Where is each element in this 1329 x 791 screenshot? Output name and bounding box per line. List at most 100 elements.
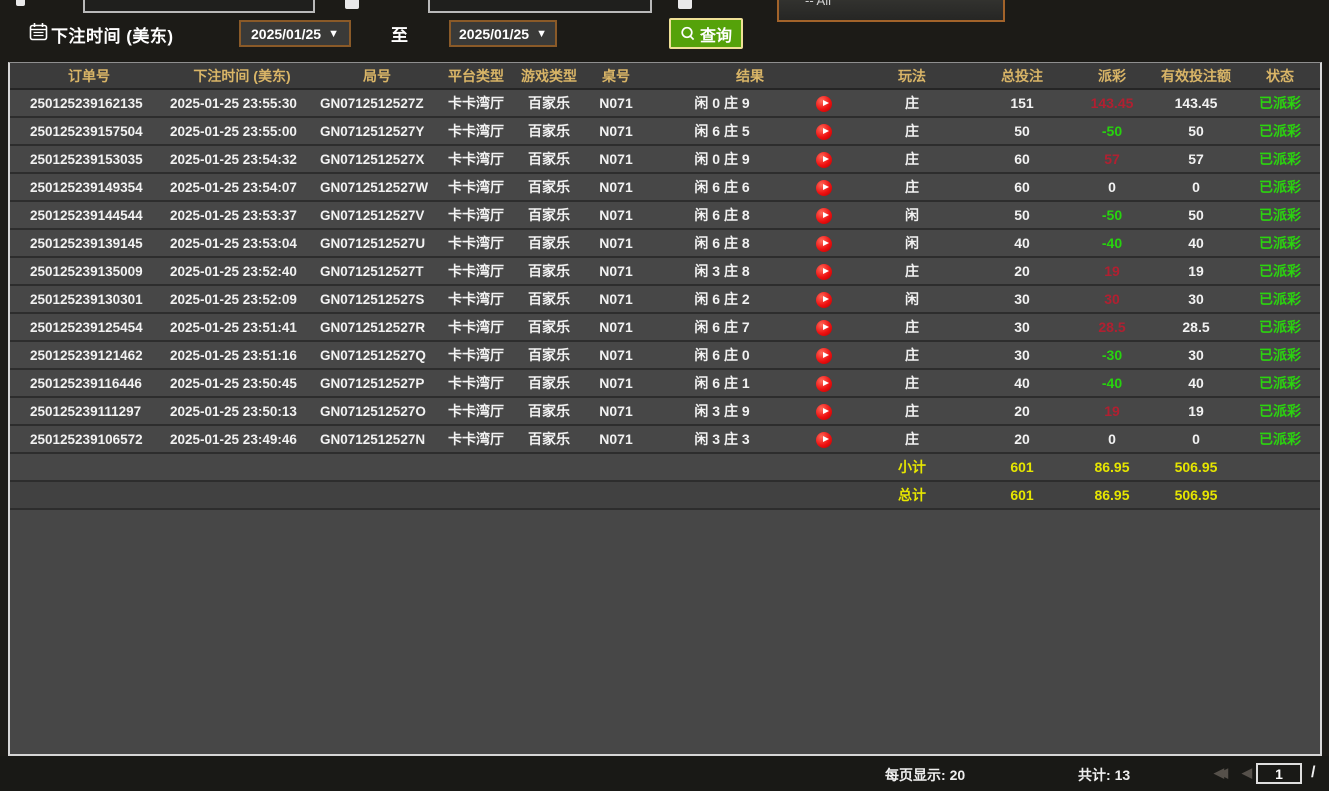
cell-status: 已派彩 xyxy=(1240,285,1320,313)
replay-video-button[interactable] xyxy=(796,341,852,369)
cell-round: GN0712512527Q xyxy=(316,341,438,369)
first-page-button[interactable]: ◀◀ xyxy=(1214,765,1222,781)
play-icon[interactable] xyxy=(816,264,832,280)
cell-game: 百家乐 xyxy=(514,117,584,145)
calendar-icon xyxy=(29,22,48,46)
column-header: 总投注 xyxy=(972,63,1072,89)
table-header-row: 订单号下注时间 (美东)局号平台类型游戏类型桌号结果玩法总投注派彩有效投注额状态 xyxy=(10,63,1320,89)
cell-play: 闲 xyxy=(852,285,972,313)
chevron-down-icon: ▼ xyxy=(328,28,339,40)
cell-order: 250125239157504 xyxy=(10,117,168,145)
per-page-label: 每页显示: xyxy=(885,767,946,783)
cell-order: 250125239130301 xyxy=(10,285,168,313)
cell-table: N071 xyxy=(584,89,648,117)
play-icon[interactable] xyxy=(816,376,832,392)
prev-page-button[interactable]: ◀ xyxy=(1242,765,1252,781)
search-button[interactable]: 查询 xyxy=(669,18,743,49)
cell-platform: 卡卡湾厅 xyxy=(438,117,514,145)
cell-platform: 卡卡湾厅 xyxy=(438,229,514,257)
cell-total: 30 xyxy=(972,313,1072,341)
cell-platform: 卡卡湾厅 xyxy=(438,425,514,453)
cell-round: GN0712512527Z xyxy=(316,89,438,117)
cell-round: GN0712512527U xyxy=(316,229,438,257)
cell-game: 百家乐 xyxy=(514,369,584,397)
chevron-down-icon: ▼ xyxy=(536,28,547,40)
cell-status: 已派彩 xyxy=(1240,313,1320,341)
cell-order: 250125239139145 xyxy=(10,229,168,257)
cell-play: 庄 xyxy=(852,313,972,341)
play-icon[interactable] xyxy=(816,432,832,448)
replay-video-button[interactable] xyxy=(796,397,852,425)
cell-platform: 卡卡湾厅 xyxy=(438,397,514,425)
filter-input-2[interactable] xyxy=(428,0,652,13)
play-icon[interactable] xyxy=(816,124,832,140)
cell-valid: 50 xyxy=(1152,201,1240,229)
cell-play: 庄 xyxy=(852,117,972,145)
page-input[interactable] xyxy=(1256,763,1302,784)
cell-game: 百家乐 xyxy=(514,397,584,425)
play-icon[interactable] xyxy=(816,96,832,112)
cell-order: 250125239135009 xyxy=(10,257,168,285)
cell-result: 闲 6 庄 8 xyxy=(648,201,796,229)
play-icon[interactable] xyxy=(816,348,832,364)
cell-play: 庄 xyxy=(852,89,972,117)
cell-result: 闲 3 庄 9 xyxy=(648,397,796,425)
cell-table: N071 xyxy=(584,341,648,369)
cell-round: GN0712512527P xyxy=(316,369,438,397)
subtotal-row-label: 小计 xyxy=(852,453,972,481)
cell-total: 20 xyxy=(972,257,1072,285)
cell-table: N071 xyxy=(584,313,648,341)
table-row: 2501252391350092025-01-25 23:52:40GN0712… xyxy=(10,257,1320,285)
table-row: 2501252391530352025-01-25 23:54:32GN0712… xyxy=(10,145,1320,173)
page-separator: / xyxy=(1311,764,1315,782)
all-dropdown[interactable]: -- All xyxy=(777,0,1005,22)
replay-video-button[interactable] xyxy=(796,257,852,285)
date-to-value: 2025/01/25 xyxy=(459,26,529,42)
to-label: 至 xyxy=(391,21,408,46)
cell-table: N071 xyxy=(584,397,648,425)
date-from-select[interactable]: 2025/01/25 ▼ xyxy=(239,20,351,47)
cell-time: 2025-01-25 23:50:13 xyxy=(168,397,316,425)
cell-status: 已派彩 xyxy=(1240,425,1320,453)
replay-video-button[interactable] xyxy=(796,201,852,229)
cell-total: 151 xyxy=(972,89,1072,117)
cell-round: GN0712512527V xyxy=(316,201,438,229)
subtotal-row-payout: 86.95 xyxy=(1072,453,1152,481)
play-icon[interactable] xyxy=(816,404,832,420)
play-icon[interactable] xyxy=(816,236,832,252)
cell-total: 50 xyxy=(972,117,1072,145)
cell-payout: 0 xyxy=(1072,173,1152,201)
replay-video-button[interactable] xyxy=(796,89,852,117)
cell-order: 250125239111297 xyxy=(10,397,168,425)
play-icon[interactable] xyxy=(816,208,832,224)
date-to-select[interactable]: 2025/01/25 ▼ xyxy=(449,20,557,47)
replay-video-button[interactable] xyxy=(796,117,852,145)
replay-video-button[interactable] xyxy=(796,369,852,397)
cell-valid: 30 xyxy=(1152,285,1240,313)
play-icon[interactable] xyxy=(816,152,832,168)
cell-game: 百家乐 xyxy=(514,173,584,201)
replay-video-button[interactable] xyxy=(796,145,852,173)
table-row: 2501252391575042025-01-25 23:55:00GN0712… xyxy=(10,117,1320,145)
cell-game: 百家乐 xyxy=(514,341,584,369)
play-icon[interactable] xyxy=(816,320,832,336)
replay-video-button[interactable] xyxy=(796,313,852,341)
replay-video-button[interactable] xyxy=(796,173,852,201)
cell-order: 250125239106572 xyxy=(10,425,168,453)
replay-video-button[interactable] xyxy=(796,229,852,257)
column-header: 玩法 xyxy=(852,63,972,89)
play-icon[interactable] xyxy=(816,292,832,308)
play-icon[interactable] xyxy=(816,180,832,196)
total-row-payout: 86.95 xyxy=(1072,481,1152,509)
cell-game: 百家乐 xyxy=(514,229,584,257)
cell-play: 闲 xyxy=(852,229,972,257)
cell-game: 百家乐 xyxy=(514,313,584,341)
table-row: 2501252391164462025-01-25 23:50:45GN0712… xyxy=(10,369,1320,397)
cell-valid: 28.5 xyxy=(1152,313,1240,341)
cell-play: 庄 xyxy=(852,341,972,369)
cell-play: 庄 xyxy=(852,397,972,425)
replay-video-button[interactable] xyxy=(796,425,852,453)
cell-round: GN0712512527Y xyxy=(316,117,438,145)
filter-input-1[interactable] xyxy=(83,0,315,13)
replay-video-button[interactable] xyxy=(796,285,852,313)
